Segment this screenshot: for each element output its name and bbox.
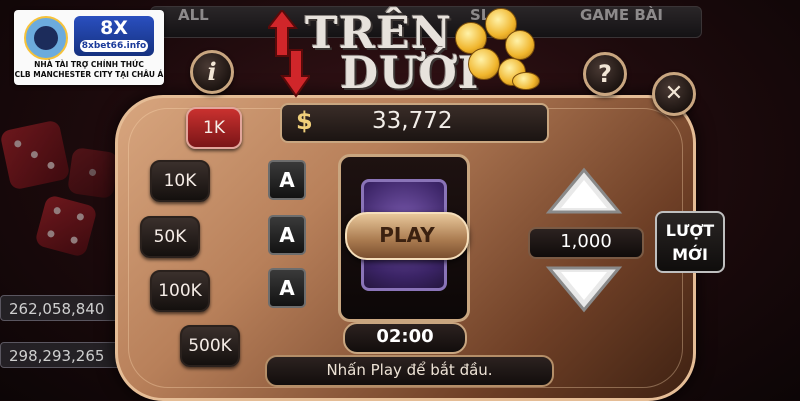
card-slot: A	[268, 268, 306, 308]
brand-logo: 8X 8xbet66.info	[74, 16, 154, 56]
coin-icon	[468, 48, 500, 80]
chip-10k[interactable]: 10K	[150, 160, 210, 202]
tab-game-bai: GAME BÀI	[580, 6, 663, 24]
card-slot: A	[268, 160, 306, 200]
sponsor-caption-line2: CLB MANCHESTER CITY TẠI CHÂU Á	[14, 70, 164, 79]
bet-amount: 1,000	[528, 227, 644, 259]
dollar-icon: $	[296, 107, 313, 135]
help-button[interactable]: ?	[583, 52, 627, 96]
status-hint: Nhấn Play để bắt đầu.	[265, 355, 554, 387]
help-icon: ?	[598, 60, 612, 88]
coin-icon	[512, 72, 540, 90]
new-round-label-line1: LƯỢT	[665, 221, 715, 240]
manchester-city-badge-icon	[24, 16, 68, 60]
chip-50k[interactable]: 50K	[140, 216, 200, 258]
play-button[interactable]: PLAY	[345, 212, 469, 260]
info-icon: i	[207, 57, 217, 86]
card-slot: A	[268, 215, 306, 255]
new-round-button[interactable]: LƯỢT MỚI	[655, 211, 725, 273]
dice-decoration-icon	[34, 194, 98, 258]
countdown-timer: 02:00	[343, 322, 467, 354]
chip-500k[interactable]: 500K	[180, 325, 240, 367]
sponsor-logo: 8X 8xbet66.info NHÀ TÀI TRỢ CHÍNH THỨC C…	[14, 10, 164, 85]
dice-decoration-icon	[67, 147, 119, 199]
new-round-label-line2: MỚI	[672, 245, 708, 264]
dice-decoration-icon	[0, 119, 71, 191]
brand-name: 8X	[100, 17, 128, 39]
coin-icon	[505, 30, 535, 60]
brand-domain: 8xbet66.info	[80, 40, 148, 52]
lower-arrow-button[interactable]	[545, 262, 623, 314]
sponsor-caption-line1: NHÀ TÀI TRỢ CHÍNH THỨC	[34, 60, 144, 69]
game-title-duoi: DƯỚI	[340, 48, 480, 99]
info-button[interactable]: i	[190, 50, 234, 94]
close-button[interactable]: ✕	[652, 72, 696, 116]
higher-arrow-button[interactable]	[545, 166, 623, 218]
tab-all: ALL	[178, 6, 209, 24]
balance-display: $ 33,772	[280, 103, 549, 143]
close-icon: ✕	[664, 81, 684, 106]
chip-100k[interactable]: 100K	[150, 270, 210, 312]
sponsor-caption: NHÀ TÀI TRỢ CHÍNH THỨC CLB MANCHESTER CI…	[14, 60, 164, 80]
balance-value: 33,772	[372, 108, 453, 134]
chip-1k[interactable]: 1K	[186, 107, 242, 149]
up-down-arrows-icon	[268, 10, 310, 98]
